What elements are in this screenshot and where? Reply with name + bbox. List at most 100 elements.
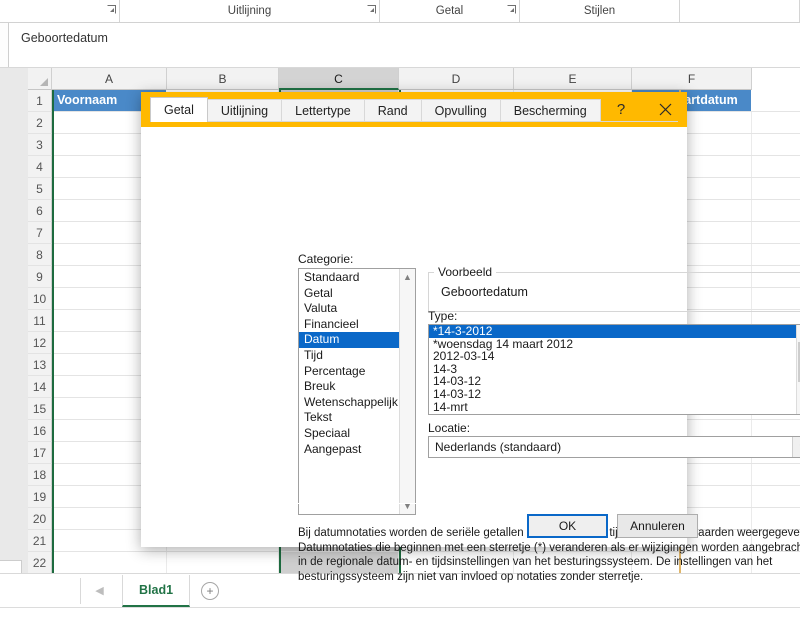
row-header-14[interactable]: 14	[28, 376, 52, 398]
category-item-tekst[interactable]: Tekst	[299, 410, 399, 426]
category-item-getal[interactable]: Getal	[299, 286, 399, 302]
row-header-5[interactable]: 5	[28, 178, 52, 200]
select-all-corner[interactable]	[28, 68, 52, 90]
row-header-3[interactable]: 3	[28, 134, 52, 156]
tab-label: Lettertype	[295, 104, 351, 118]
column-header-B[interactable]: B	[167, 68, 279, 90]
tab-label: Rand	[378, 104, 408, 118]
category-item-datum[interactable]: Datum	[299, 332, 399, 348]
row-header-13[interactable]: 13	[28, 354, 52, 376]
type-list[interactable]: *14-3-2012*woensdag 14 maart 20122012-03…	[429, 325, 796, 414]
tab-lettertype[interactable]: Lettertype	[281, 99, 365, 122]
format-cells-dialog: Cellen opmaken ? GetalUitlijningLetterty…	[141, 92, 687, 547]
ribbon-group-blank-4	[680, 0, 800, 22]
category-listbox[interactable]: StandaardGetalValutaFinancieelDatumTijdP…	[298, 268, 416, 515]
tab-rand[interactable]: Rand	[364, 99, 422, 122]
row-header-4[interactable]: 4	[28, 156, 52, 178]
row-header-9[interactable]: 9	[28, 266, 52, 288]
type-listbox[interactable]: *14-3-2012*woensdag 14 maart 20122012-03…	[428, 324, 800, 415]
cell-B22[interactable]	[167, 552, 279, 573]
dialog-footer-separator	[141, 503, 687, 504]
row-header-2[interactable]: 2	[28, 112, 52, 134]
row-header-22[interactable]: 22	[28, 552, 52, 574]
category-item-tijd[interactable]: Tijd	[299, 348, 399, 364]
column-header-E[interactable]: E	[514, 68, 632, 90]
row-header-11[interactable]: 11	[28, 310, 52, 332]
category-item-financieel[interactable]: Financieel	[299, 317, 399, 333]
category-item-breuk[interactable]: Breuk	[299, 379, 399, 395]
column-header-C[interactable]: C	[279, 68, 399, 90]
type-scroll-up-icon[interactable]: ▲	[797, 325, 800, 341]
tab-opvulling[interactable]: Opvulling	[421, 99, 501, 122]
row-header-19[interactable]: 19	[28, 486, 52, 508]
formula-bar-input[interactable]: Geboortedatum	[9, 23, 800, 67]
category-item-aangepast[interactable]: Aangepast	[299, 442, 399, 458]
ribbon-group-blank-0	[0, 0, 120, 22]
type-item-6[interactable]: 14-mrt	[429, 401, 796, 414]
type-scroll-down-icon[interactable]: ▼	[797, 398, 800, 414]
ribbon-group-label: Stijlen	[584, 5, 615, 17]
column-header-D[interactable]: D	[399, 68, 514, 90]
type-item-3[interactable]: 14-3	[429, 363, 796, 376]
category-list[interactable]: StandaardGetalValutaFinancieelDatumTijdP…	[299, 269, 399, 514]
category-item-standaard[interactable]: Standaard	[299, 270, 399, 286]
row-header-16[interactable]: 16	[28, 420, 52, 442]
add-sheet-button[interactable]: +	[190, 575, 230, 607]
row-header-21[interactable]: 21	[28, 530, 52, 552]
select-all-triangle-icon	[40, 78, 48, 86]
scroll-down-icon[interactable]: ▼	[400, 498, 416, 514]
tab-bescherming[interactable]: Bescherming	[500, 99, 601, 122]
question-mark-icon: ?	[617, 101, 625, 118]
dialog-launcher-icon[interactable]	[367, 5, 376, 14]
dialog-launcher-icon[interactable]	[507, 5, 516, 14]
ribbon-group-uitlijning: Uitlijning	[120, 0, 380, 22]
chevron-down-icon[interactable]: ▼	[792, 437, 800, 457]
ribbon-group-stijlen: Stijlen	[520, 0, 680, 22]
dialog-launcher-icon[interactable]	[107, 5, 116, 14]
row-header-12[interactable]: 12	[28, 332, 52, 354]
row-header-7[interactable]: 7	[28, 222, 52, 244]
type-label: Type:	[428, 309, 457, 323]
category-item-valuta[interactable]: Valuta	[299, 301, 399, 317]
row-header-20[interactable]: 20	[28, 508, 52, 530]
type-scrollbar[interactable]: ▲ ▼	[796, 325, 800, 414]
row-header-18[interactable]: 18	[28, 464, 52, 486]
scroll-up-icon[interactable]: ▲	[400, 269, 416, 285]
column-header-F[interactable]: F	[632, 68, 752, 90]
tab-label: Opvulling	[435, 104, 487, 118]
ribbon-group-label: Uitlijning	[228, 5, 271, 17]
row-header-1[interactable]: 1	[28, 90, 52, 112]
ribbon-group-strip: UitlijningGetalStijlen	[0, 0, 800, 22]
plus-icon: +	[201, 582, 219, 600]
row-header-6[interactable]: 6	[28, 200, 52, 222]
name-box-stub	[0, 23, 9, 67]
tab-uitlijning[interactable]: Uitlijning	[207, 99, 282, 122]
prev-sheet-icon[interactable]: ◀	[95, 586, 103, 597]
ok-button[interactable]: OK	[527, 514, 608, 538]
table-left-border	[52, 90, 54, 573]
type-item-0[interactable]: *14-3-2012	[429, 325, 796, 338]
category-item-speciaal[interactable]: Speciaal	[299, 426, 399, 442]
category-scrollbar[interactable]: ▲ ▼	[399, 269, 415, 514]
preview-value: Geboortedatum	[441, 285, 528, 299]
row-header-8[interactable]: 8	[28, 244, 52, 266]
column-header-row: ABCDEF	[52, 68, 752, 90]
locale-combobox[interactable]: Nederlands (standaard) ▼	[428, 436, 800, 458]
row-header-10[interactable]: 10	[28, 288, 52, 310]
type-item-5[interactable]: 14-03-12	[429, 388, 796, 401]
locale-label: Locatie:	[428, 421, 470, 435]
cancel-button[interactable]: Annuleren	[617, 514, 698, 538]
category-item-wetenschappelijk[interactable]: Wetenschappelijk	[299, 395, 399, 411]
row-header-15[interactable]: 15	[28, 398, 52, 420]
column-header-A[interactable]: A	[52, 68, 167, 90]
sheet-tab-blad1[interactable]: Blad1	[122, 575, 190, 607]
tab-getal[interactable]: Getal	[150, 97, 208, 122]
grid-left-gutter	[0, 68, 28, 573]
type-item-2[interactable]: 2012-03-14	[429, 350, 796, 363]
tab-label: Getal	[164, 103, 194, 117]
type-item-4[interactable]: 14-03-12	[429, 375, 796, 388]
cell-A22[interactable]	[52, 552, 167, 573]
sheet-bar-divider	[0, 607, 800, 608]
row-header-17[interactable]: 17	[28, 442, 52, 464]
category-item-percentage[interactable]: Percentage	[299, 364, 399, 380]
